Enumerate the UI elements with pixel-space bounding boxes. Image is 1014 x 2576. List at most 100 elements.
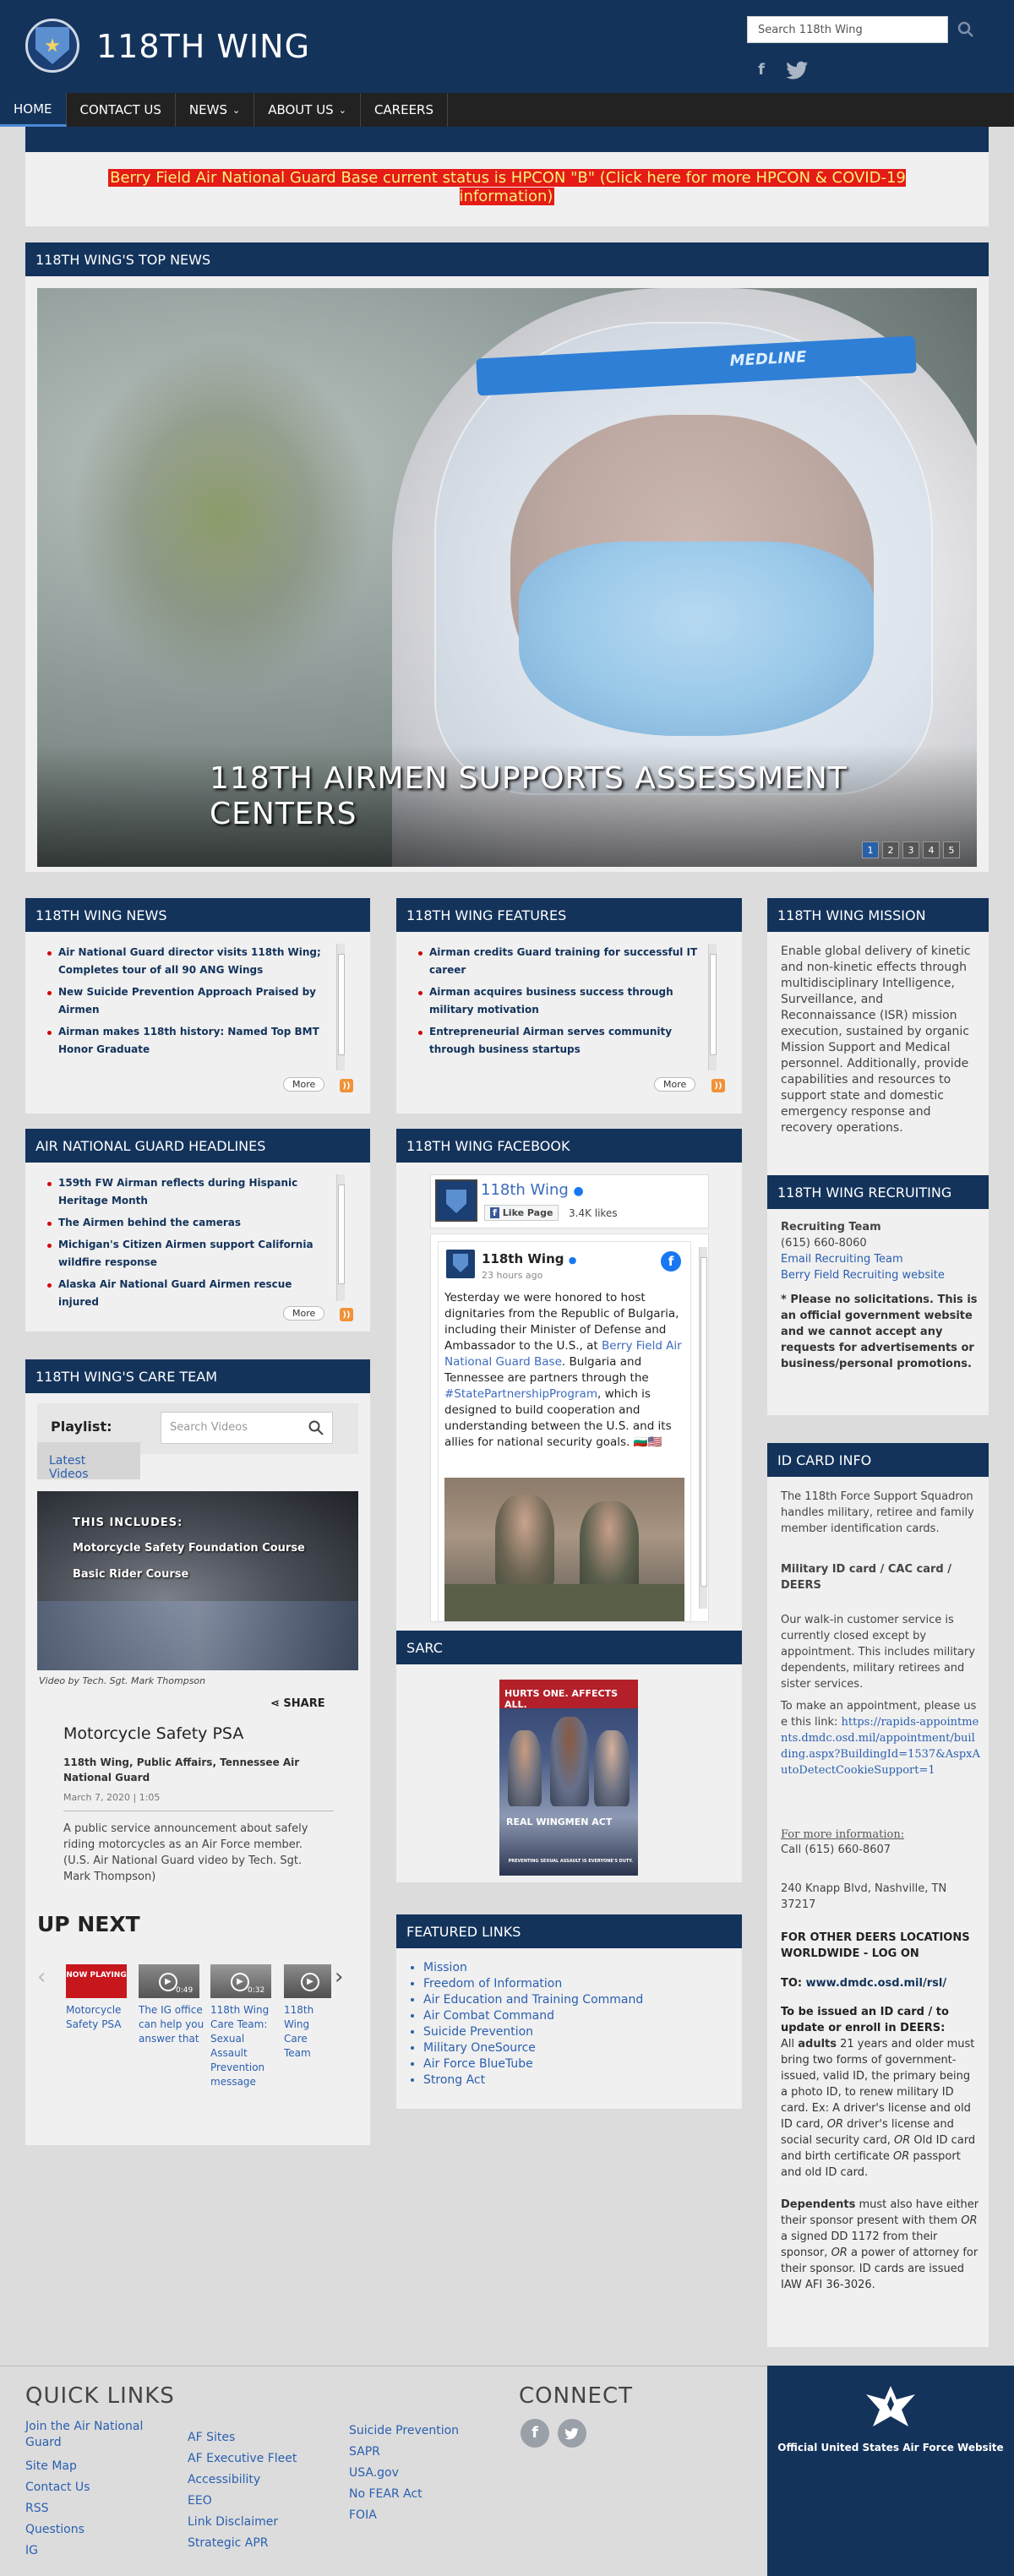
now-playing-thumb[interactable]: NOW PLAYING — [66, 1964, 127, 1998]
carousel-page-1[interactable]: 1 — [862, 841, 879, 858]
footer-link[interactable]: Suicide Prevention — [349, 2421, 501, 2442]
video-player[interactable]: THIS INCLUDES: Motorcycle Safety Foundat… — [37, 1491, 358, 1670]
ang-item[interactable]: 159th FW Airman reflects during Hispanic… — [37, 1174, 333, 1210]
featured-link[interactable]: Suicide Prevention — [423, 2024, 643, 2040]
facebook-icon[interactable]: f — [521, 2419, 549, 2448]
featured-link[interactable]: Freedom of Information — [423, 1976, 643, 1992]
nav-home[interactable]: HOME — [0, 93, 67, 127]
footer-link[interactable]: FOIA — [349, 2505, 501, 2526]
search-icon[interactable] — [955, 19, 977, 41]
search-input[interactable]: Search 118th Wing — [747, 16, 948, 43]
rss-icon[interactable]: )) — [340, 1079, 353, 1092]
post-author[interactable]: 118th Wing ● — [482, 1251, 576, 1266]
nav-about-us[interactable]: ABOUT US ⌄ — [254, 93, 361, 127]
ang-item[interactable]: Michigan's Citizen Airmen support Califo… — [37, 1236, 333, 1272]
footer-link[interactable]: AF Sites — [188, 2427, 331, 2448]
deers-link[interactable]: www.dmdc.osd.mil/rsl/ — [806, 1977, 946, 1990]
news-more-button[interactable]: More — [283, 1077, 325, 1092]
featured-link[interactable]: Military OneSource — [423, 2040, 643, 2056]
footer-link[interactable]: RSS — [25, 2498, 161, 2519]
hero-caption[interactable]: 118TH AIRMEN SUPPORTS ASSESSMENT CENTERS — [210, 761, 852, 832]
like-page-button[interactable]: f Like Page — [484, 1205, 559, 1221]
footer-link[interactable]: Questions — [25, 2519, 161, 2541]
featured-links-heading: FEATURED LINKS — [396, 1914, 742, 1948]
facebook-icon[interactable]: f — [661, 1251, 681, 1272]
news-scrollbar[interactable] — [336, 944, 345, 1070]
rss-icon[interactable]: )) — [340, 1308, 353, 1321]
carousel-page-3[interactable]: 3 — [902, 841, 919, 858]
nav-careers[interactable]: CAREERS — [361, 93, 448, 127]
chevron-left-icon[interactable]: ‹ — [37, 1964, 46, 1990]
featured-link[interactable]: Mission — [423, 1960, 643, 1976]
fb-page-name[interactable]: 118th Wing ● — [481, 1181, 584, 1199]
up-next-title[interactable]: 118th Wing Care Team: Sexual Assault Pre… — [210, 2003, 276, 2089]
featured-link[interactable]: Air Force BlueTube — [423, 2056, 643, 2072]
tab-latest-videos[interactable]: Latest Videos — [37, 1442, 140, 1481]
page-avatar[interactable] — [435, 1179, 477, 1222]
chevron-right-icon[interactable]: › — [335, 1964, 343, 1990]
chevron-down-icon: ⌄ — [338, 104, 346, 116]
mask-brand-text: MEDLINE — [729, 348, 807, 370]
features-more-button[interactable]: More — [654, 1077, 696, 1092]
video-thumb[interactable]: ▶ 0:32 — [210, 1964, 271, 1998]
email-recruiting-link[interactable]: Email Recruiting Team — [781, 1253, 903, 1266]
up-next-title[interactable]: The IG office can help you answer that — [139, 2003, 204, 2046]
video-overlay-line: Basic Rider Course — [73, 1568, 189, 1581]
video-thumb[interactable]: ▶ 0:49 — [139, 1964, 199, 1998]
wing-seal-logo[interactable] — [25, 19, 79, 73]
air-force-label[interactable]: Official United States Air Force Website — [767, 2442, 1014, 2453]
news-item[interactable]: Airman makes 118th history: Named Top BM… — [37, 1023, 333, 1059]
nav-news[interactable]: NEWS ⌄ — [176, 93, 255, 127]
ang-more-button[interactable]: More — [283, 1306, 325, 1321]
news-item[interactable]: Air National Guard director visits 118th… — [37, 944, 333, 979]
footer-link[interactable]: Strategic APR — [188, 2533, 331, 2554]
featured-link[interactable]: Air Combat Command — [423, 2008, 643, 2024]
share-button[interactable]: ⋖ SHARE — [270, 1697, 325, 1710]
rss-icon[interactable]: )) — [711, 1079, 725, 1092]
up-next-title[interactable]: 118th Wing Care Team Suicide Prevention … — [284, 2003, 331, 2062]
carousel-page-2[interactable]: 2 — [882, 841, 899, 858]
feature-item[interactable]: Airman credits Guard training for succes… — [408, 944, 704, 979]
features-scrollbar[interactable] — [708, 944, 717, 1070]
video-date: March 7, 2020 | 1:05 — [63, 1792, 161, 1803]
video-thumb[interactable]: ▶ — [284, 1964, 331, 1998]
footer-link[interactable]: Join the Air National Guard — [25, 2419, 161, 2451]
footer-link[interactable]: No FEAR Act — [349, 2484, 501, 2505]
feature-item[interactable]: Airman acquires business success through… — [408, 983, 704, 1019]
footer-link[interactable]: Contact Us — [25, 2477, 161, 2498]
twitter-icon[interactable] — [786, 61, 810, 79]
footer-link[interactable]: IG — [25, 2541, 161, 2562]
site-title[interactable]: 118TH WING — [96, 28, 310, 65]
sarc-poster[interactable]: HURTS ONE. AFFECTS ALL. REAL WINGMEN ACT… — [499, 1680, 638, 1876]
news-item[interactable]: New Suicide Prevention Approach Praised … — [37, 983, 333, 1019]
carousel-page-4[interactable]: 4 — [923, 841, 940, 858]
post-photo[interactable] — [444, 1478, 684, 1621]
footer-link[interactable]: EEO — [188, 2491, 331, 2512]
carousel-page-5[interactable]: 5 — [943, 841, 960, 858]
search-icon[interactable] — [308, 1419, 324, 1436]
footer-col-1: Join the Air National Guard Site Map Con… — [25, 2419, 161, 2562]
fb-scrollbar[interactable] — [699, 1247, 707, 1609]
post-link-hashtag[interactable]: #StatePartnershipProgram — [444, 1387, 597, 1401]
air-force-badge[interactable]: Official United States Air Force Website — [767, 2366, 1014, 2576]
footer-link[interactable]: USA.gov — [349, 2463, 501, 2484]
footer-link[interactable]: Accessibility — [188, 2470, 331, 2491]
facebook-icon[interactable]: f — [752, 61, 771, 79]
footer-link[interactable]: Link Disclaimer — [188, 2512, 331, 2533]
footer-link[interactable]: Site Map — [25, 2456, 161, 2477]
twitter-icon[interactable] — [558, 2419, 586, 2448]
feature-item[interactable]: Entrepreneurial Airman serves community … — [408, 1023, 704, 1059]
featured-link[interactable]: Strong Act — [423, 2072, 643, 2089]
footer-link[interactable]: AF Executive Fleet — [188, 2448, 331, 2470]
up-next-title[interactable]: Motorcycle Safety PSA — [66, 2003, 134, 2032]
hero-image[interactable]: MEDLINE 118TH AIRMEN SUPPORTS ASSESSMENT… — [37, 288, 977, 867]
hpcon-status-link[interactable]: Berry Field Air National Guard Base curr… — [84, 169, 930, 206]
featured-link[interactable]: Air Education and Training Command — [423, 1992, 643, 2008]
recruiting-website-link[interactable]: Berry Field Recruiting website — [781, 1269, 945, 1282]
nav-contact-us[interactable]: CONTACT US — [67, 93, 176, 127]
id-card-panel: The 118th Force Support Squadron handles… — [767, 1477, 989, 2347]
ang-scrollbar[interactable] — [336, 1174, 345, 1301]
footer-link[interactable]: SAPR — [349, 2442, 501, 2463]
post-avatar[interactable] — [446, 1250, 475, 1278]
ang-item[interactable]: The Airmen behind the cameras — [37, 1214, 333, 1232]
